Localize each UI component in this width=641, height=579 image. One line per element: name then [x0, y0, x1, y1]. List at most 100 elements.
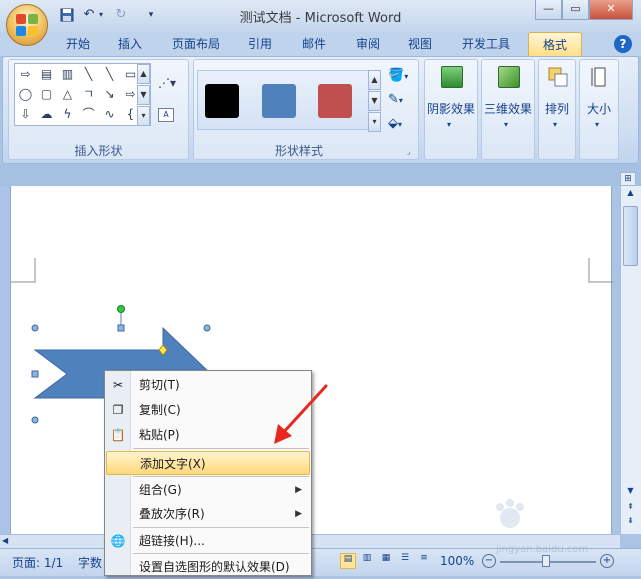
- size-group[interactable]: 大小 ▾: [579, 59, 619, 160]
- menu-item-add-text[interactable]: 添加文字(X): [106, 451, 310, 475]
- tab-review[interactable]: 审阅: [348, 32, 388, 56]
- shape-outline-icon[interactable]: ✎▾: [388, 92, 416, 110]
- resize-handle: [31, 324, 39, 332]
- tab-page-layout[interactable]: 页面布局: [166, 32, 226, 56]
- baidu-watermark: jingyan.baidu.com: [460, 498, 610, 555]
- arrange-dropdown-icon: ▾: [553, 120, 558, 129]
- scroll-down-icon[interactable]: ▼: [623, 486, 638, 500]
- shape-fill-icon[interactable]: 🪣▾: [388, 68, 416, 86]
- 3d-effects-icon: [498, 66, 520, 88]
- style-swatch-black[interactable]: [205, 84, 239, 118]
- elbow-arrow-icon[interactable]: ↘: [100, 85, 119, 104]
- down-arrow-icon[interactable]: ⇩: [16, 105, 35, 124]
- view-ruler-icon[interactable]: ⊞: [620, 172, 636, 186]
- tab-references[interactable]: 引用: [240, 32, 280, 56]
- shapes-scroll-down[interactable]: ▼: [137, 85, 150, 105]
- line-shape-icon[interactable]: ╲: [79, 65, 98, 84]
- minimize-button[interactable]: —: [535, 0, 562, 20]
- menu-separator: [133, 527, 309, 528]
- maximize-button[interactable]: ▭: [562, 0, 589, 20]
- tab-developer[interactable]: 开发工具: [454, 32, 518, 56]
- page-indicator[interactable]: 页面: 1/1: [12, 554, 63, 571]
- paste-icon: 📋: [110, 428, 126, 442]
- menu-item-set-default[interactable]: 设置自选图形的默认效果(D): [106, 555, 310, 579]
- scroll-thumb[interactable]: [623, 206, 638, 266]
- scroll-left-icon[interactable]: ◀: [2, 536, 14, 548]
- textbox-shape-icon[interactable]: ▤: [37, 65, 56, 84]
- vertical-scrollbar[interactable]: ▲ ▼ ⇞ ⇟: [620, 186, 641, 534]
- curve-shape-icon[interactable]: ⌒: [79, 105, 98, 124]
- edit-shape-icon[interactable]: ⋰▾: [158, 76, 182, 92]
- triangle-shape-icon[interactable]: △: [58, 85, 77, 104]
- save-icon[interactable]: [58, 6, 76, 24]
- copy-icon: ❐: [112, 403, 124, 417]
- shapes-scroll-up[interactable]: ▲: [137, 64, 150, 84]
- shapes-gallery[interactable]: ⇨ ▤ ▥ ╲ ╲ ▭ ◯ ▢ △ ㄱ ↘ ⇨ ⇩ ☁ ϟ ⌒ ∿ {: [14, 63, 151, 126]
- styles-scroll-down[interactable]: ▼: [368, 91, 381, 111]
- arrange-icon: [547, 66, 569, 88]
- line-shape-icon-2[interactable]: ╲: [100, 65, 119, 84]
- tab-insert[interactable]: 插入: [110, 32, 150, 56]
- print-layout-icon[interactable]: ▤: [340, 553, 356, 569]
- draw-textbox-icon[interactable]: A: [158, 108, 174, 122]
- 3d-dropdown-icon: ▾: [504, 120, 509, 129]
- dialog-launcher-icon[interactable]: ⌟: [407, 148, 415, 156]
- shadow-dropdown-icon: ▾: [447, 120, 452, 129]
- menu-item-group[interactable]: 组合(G) ▶: [106, 478, 310, 502]
- web-layout-icon[interactable]: ▦: [378, 553, 394, 569]
- vertical-textbox-icon[interactable]: ▥: [58, 65, 77, 84]
- arrange-group[interactable]: 排列 ▾: [538, 59, 576, 160]
- crop-mark-left: [11, 258, 36, 283]
- shapes-more[interactable]: ▾: [137, 106, 150, 126]
- customize-icon[interactable]: ▾: [142, 6, 160, 24]
- close-button[interactable]: ✕: [589, 0, 633, 20]
- tab-mailings[interactable]: 邮件: [294, 32, 334, 56]
- next-page-icon[interactable]: ⇟: [623, 516, 638, 528]
- zoom-level[interactable]: 100%: [440, 554, 474, 568]
- submenu-arrow-icon: ▶: [295, 485, 302, 495]
- styles-scroll-up[interactable]: ▲: [368, 70, 381, 90]
- elbow-connector-icon[interactable]: ㄱ: [79, 85, 98, 104]
- rounded-rect-icon[interactable]: ▢: [37, 85, 56, 104]
- annotation-arrow-shaft: [280, 384, 328, 436]
- crop-mark-right: [588, 258, 613, 283]
- undo-dropdown-icon[interactable]: ▾: [96, 6, 106, 24]
- shadow-effects-group[interactable]: 阴影效果 ▾: [424, 59, 478, 160]
- word-count[interactable]: 字数: [78, 554, 102, 571]
- prev-page-icon[interactable]: ⇞: [623, 502, 638, 514]
- help-icon[interactable]: ?: [614, 35, 632, 53]
- oval-shape-icon[interactable]: ◯: [16, 85, 35, 104]
- draft-icon[interactable]: ≡: [416, 553, 432, 569]
- scroll-up-icon[interactable]: ▲: [623, 188, 638, 202]
- ruler-area: [0, 164, 641, 186]
- change-shape-icon[interactable]: ⬙▾: [388, 116, 416, 134]
- view-buttons: ▤ ▥ ▦ ☰ ≡: [340, 553, 434, 571]
- styles-more[interactable]: ▾: [368, 112, 381, 132]
- office-button[interactable]: [6, 4, 48, 46]
- arrow-shape-icon[interactable]: ⇨: [16, 65, 35, 84]
- watermark-url: jingyan.baidu.com: [496, 544, 589, 555]
- 3d-effects-label: 三维效果: [483, 102, 532, 116]
- cloud-shape-icon[interactable]: ☁: [37, 105, 56, 124]
- outline-icon[interactable]: ☰: [397, 553, 413, 569]
- style-swatch-red[interactable]: [318, 84, 352, 118]
- resize-handle: [117, 324, 125, 332]
- freeform-icon[interactable]: ϟ: [58, 105, 77, 124]
- tab-home[interactable]: 开始: [58, 32, 98, 56]
- submenu-arrow-icon: ▶: [295, 509, 302, 519]
- size-dropdown-icon: ▾: [595, 120, 600, 129]
- tab-format[interactable]: 格式: [528, 32, 582, 56]
- style-swatch-blue[interactable]: [262, 84, 296, 118]
- menu-item-hyperlink[interactable]: 🌐 超链接(H)...: [106, 529, 310, 553]
- tab-view[interactable]: 视图: [400, 32, 440, 56]
- zoom-out-icon[interactable]: −: [482, 554, 496, 568]
- menu-item-order[interactable]: 叠放次序(R) ▶: [106, 502, 310, 526]
- zoom-in-icon[interactable]: +: [600, 554, 614, 568]
- reading-layout-icon[interactable]: ▥: [359, 553, 375, 569]
- resize-handle: [203, 324, 211, 332]
- redo-icon[interactable]: ↻: [112, 6, 130, 24]
- zoom-slider-thumb[interactable]: [542, 555, 550, 567]
- size-label: 大小: [586, 102, 611, 116]
- wave-shape-icon[interactable]: ∿: [100, 105, 119, 124]
- 3d-effects-group[interactable]: 三维效果 ▾: [481, 59, 535, 160]
